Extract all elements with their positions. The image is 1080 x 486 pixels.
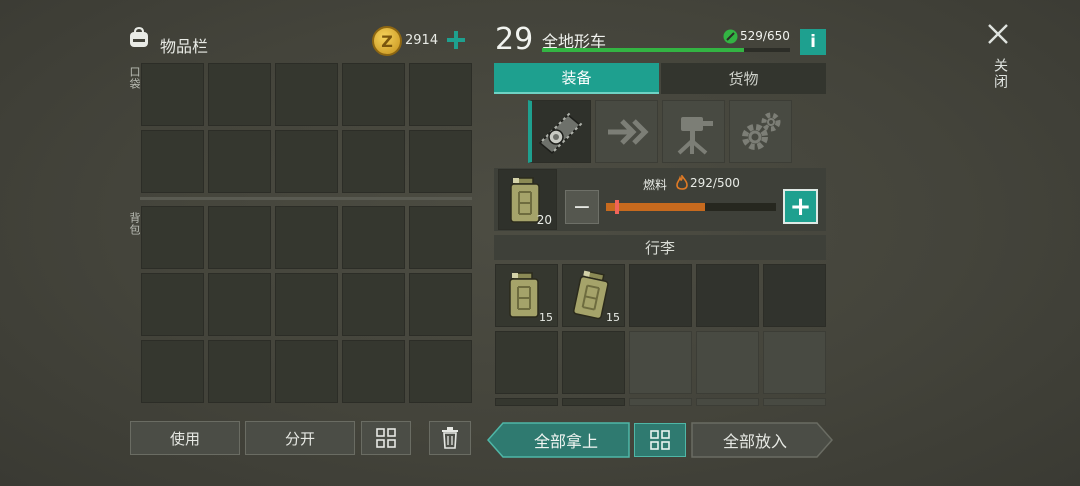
pocket-slot[interactable] bbox=[141, 130, 204, 193]
tab-equipment[interactable]: 装备 bbox=[494, 63, 659, 94]
pocket-label: 口袋 bbox=[128, 66, 141, 90]
backpack-slot[interactable] bbox=[208, 206, 271, 269]
tracks-icon bbox=[538, 112, 583, 155]
trunk-slot[interactable] bbox=[629, 398, 692, 406]
pocket-slot[interactable] bbox=[409, 130, 472, 193]
backpack-slot[interactable] bbox=[342, 206, 405, 269]
trunk-slot[interactable] bbox=[763, 331, 826, 394]
trunk-slot[interactable] bbox=[629, 264, 692, 327]
sort-grid-icon bbox=[376, 428, 396, 448]
pocket-slot[interactable] bbox=[141, 63, 204, 126]
close-button[interactable] bbox=[986, 22, 1010, 46]
info-button[interactable]: i bbox=[800, 29, 826, 55]
fuel-plus-button[interactable]: + bbox=[783, 189, 818, 224]
take-all-button[interactable]: 全部拿上 bbox=[503, 422, 629, 458]
trunk-slot[interactable]: 15 bbox=[495, 264, 558, 327]
inventory-title: 物品栏 bbox=[160, 37, 209, 56]
wrench-icon bbox=[723, 29, 738, 44]
fuel-value: 292/500 bbox=[690, 176, 740, 190]
pocket-slot[interactable] bbox=[275, 63, 338, 126]
backpack-slot[interactable] bbox=[275, 273, 338, 336]
section-divider bbox=[140, 197, 472, 200]
trunk-slot[interactable] bbox=[495, 398, 558, 406]
use-button[interactable]: 使用 bbox=[130, 421, 240, 455]
fuel-canister-count: 20 bbox=[536, 213, 552, 227]
fuel-label: 燃料 bbox=[643, 178, 668, 192]
backpack-slot[interactable] bbox=[342, 273, 405, 336]
trunk-slot[interactable] bbox=[495, 331, 558, 394]
backpack-slot[interactable] bbox=[141, 206, 204, 269]
trunk-slot[interactable] bbox=[763, 398, 826, 406]
backpack-slot[interactable] bbox=[141, 340, 204, 403]
backpack-icon bbox=[130, 26, 148, 47]
backpack-slot[interactable] bbox=[275, 340, 338, 403]
plus-icon bbox=[447, 31, 465, 49]
pocket-slot[interactable] bbox=[208, 63, 271, 126]
turret-icon bbox=[677, 117, 713, 155]
trunk-slot[interactable] bbox=[696, 264, 759, 327]
equip-slot-arrow[interactable] bbox=[595, 100, 658, 163]
trunk-slot[interactable] bbox=[696, 398, 759, 406]
trunk-slot[interactable] bbox=[562, 331, 625, 394]
coin-icon: Z bbox=[372, 26, 402, 56]
trunk-slot[interactable] bbox=[562, 398, 625, 406]
arrow-icon bbox=[608, 119, 649, 145]
close-label[interactable]: 关闭 bbox=[990, 58, 1010, 90]
backpack-slot[interactable] bbox=[141, 273, 204, 336]
trunk-slot[interactable] bbox=[696, 331, 759, 394]
trunk-item-count: 15 bbox=[539, 311, 553, 324]
pocket-slot[interactable] bbox=[275, 130, 338, 193]
fuel-bar[interactable] bbox=[606, 200, 776, 214]
pocket-slot[interactable] bbox=[342, 130, 405, 193]
backpack-slot[interactable] bbox=[409, 340, 472, 403]
fuel-minus-button[interactable]: − bbox=[565, 190, 599, 224]
equip-slot-turret[interactable] bbox=[662, 100, 725, 163]
equip-slot-gears[interactable] bbox=[729, 100, 792, 163]
trunk-slot[interactable] bbox=[629, 331, 692, 394]
trunk-item-count: 15 bbox=[606, 311, 620, 324]
backpack-slot[interactable] bbox=[275, 206, 338, 269]
sort-grid-icon bbox=[650, 430, 670, 450]
pocket-slot[interactable] bbox=[208, 130, 271, 193]
equip-slot-tracks[interactable] bbox=[528, 100, 591, 163]
backpack-slot[interactable] bbox=[342, 340, 405, 403]
vehicle-level: 29 bbox=[495, 22, 534, 57]
fuel-bar-handle[interactable] bbox=[615, 200, 619, 214]
flame-icon bbox=[676, 175, 688, 190]
pocket-slot[interactable] bbox=[409, 63, 472, 126]
trunk-title: 行李 bbox=[494, 235, 826, 260]
trunk-slot[interactable] bbox=[763, 264, 826, 327]
tab-cargo[interactable]: 货物 bbox=[661, 63, 826, 94]
fuel-canister-slot[interactable]: 20 bbox=[498, 169, 557, 230]
put-all-button[interactable]: 全部放入 bbox=[691, 422, 819, 458]
trunk-slot[interactable]: 15 bbox=[562, 264, 625, 327]
gears-icon bbox=[742, 112, 781, 150]
close-icon bbox=[988, 24, 1008, 44]
backpack-label: 背包 bbox=[128, 212, 141, 236]
cargo-sort-button[interactable] bbox=[634, 423, 686, 457]
coin-count: 2914 bbox=[405, 33, 439, 48]
backpack-slot[interactable] bbox=[409, 206, 472, 269]
backpack-slot[interactable] bbox=[208, 273, 271, 336]
durability-bar-fill bbox=[542, 48, 744, 52]
split-button[interactable]: 分开 bbox=[245, 421, 355, 455]
trash-icon bbox=[442, 427, 458, 449]
pocket-slot[interactable] bbox=[342, 63, 405, 126]
sort-button[interactable] bbox=[361, 421, 411, 455]
add-coins-button[interactable] bbox=[444, 28, 468, 52]
durability-value: 529/650 bbox=[740, 29, 790, 43]
fuel-bar-fill bbox=[606, 203, 706, 211]
trash-button[interactable] bbox=[429, 421, 471, 455]
backpack-slot[interactable] bbox=[208, 340, 271, 403]
backpack-slot[interactable] bbox=[409, 273, 472, 336]
durability-bar bbox=[542, 48, 790, 52]
